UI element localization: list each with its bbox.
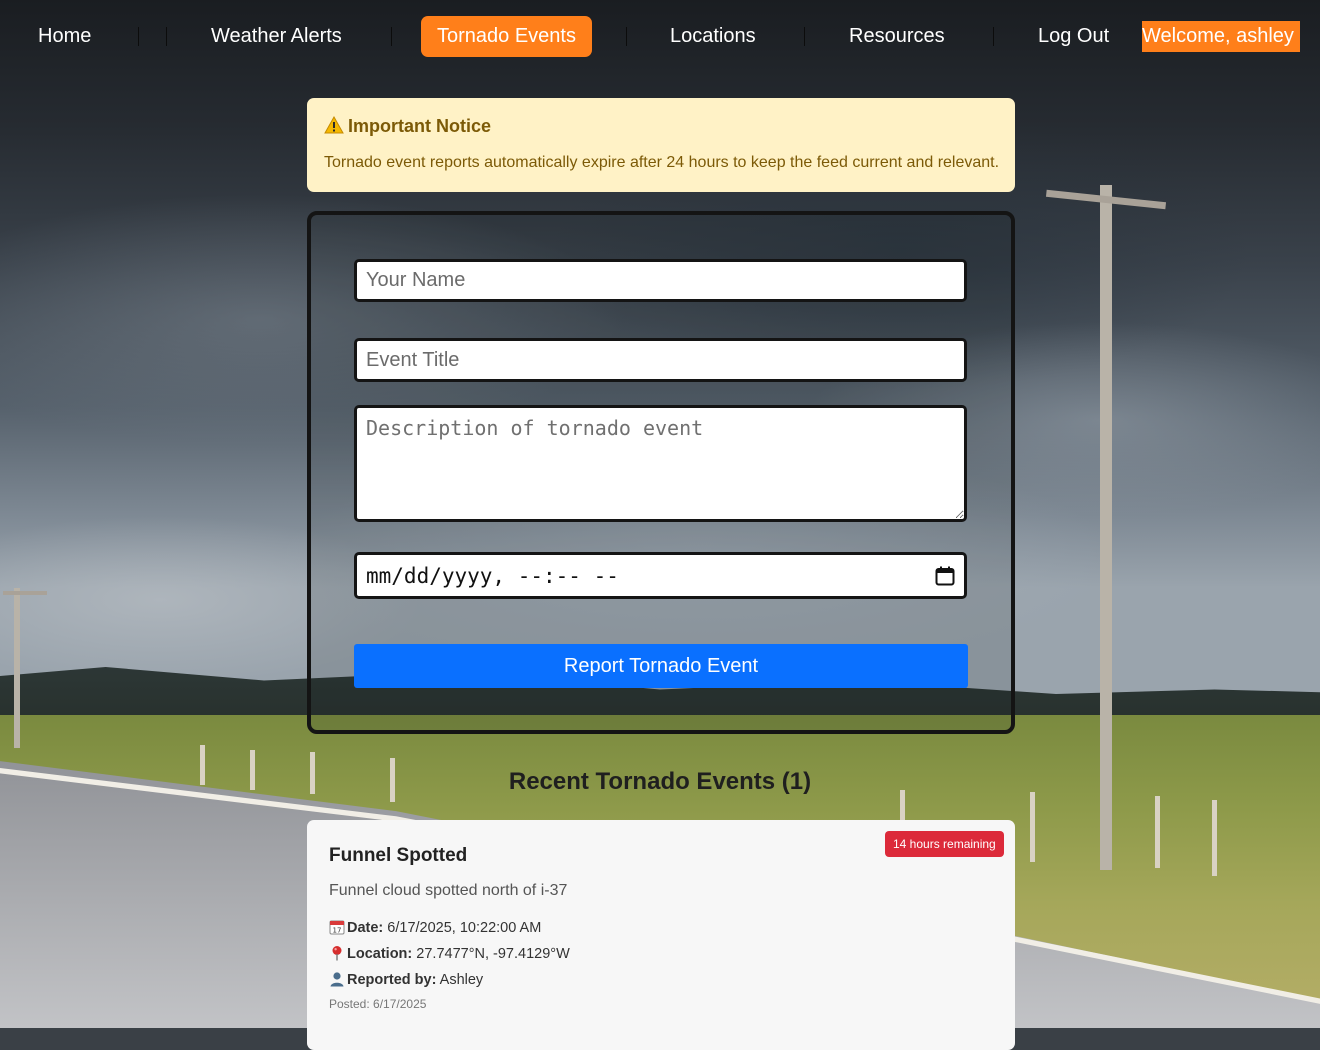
nav-tornado-events[interactable]: Tornado Events (421, 16, 592, 57)
fence-post (1155, 796, 1160, 868)
nav-separator (626, 27, 627, 46)
event-date-value: 6/17/2025, 10:22:00 AM (387, 920, 542, 936)
nav-log-out[interactable]: Log Out (1022, 16, 1125, 57)
event-title: Funnel Spotted (329, 845, 468, 866)
nav-resources[interactable]: Resources (833, 16, 961, 57)
nav-separator (391, 27, 392, 46)
event-reporter-value: Ashley (439, 972, 484, 988)
important-notice-banner: Important Notice Tornado event reports a… (307, 98, 1015, 192)
event-date-row: 17 Date: 6/17/2025, 10:22:00 AM (329, 919, 541, 936)
user-icon (329, 971, 347, 988)
event-title-input[interactable] (354, 338, 967, 382)
nav-separator (138, 27, 139, 46)
pin-icon (329, 945, 347, 962)
svg-text:17: 17 (333, 927, 342, 935)
notice-text: Tornado event reports automatically expi… (324, 154, 1000, 171)
notice-title: Important Notice (348, 116, 492, 136)
top-nav: Home Weather Alerts Tornado Events Locat… (0, 0, 1320, 74)
nav-locations[interactable]: Locations (654, 16, 772, 57)
event-posted-date: Posted: 6/17/2025 (329, 997, 427, 1011)
calendar-icon: 17 (329, 919, 347, 936)
event-date-label: Date: (347, 920, 384, 936)
event-reporter-row: Reported by: Ashley (329, 971, 483, 988)
nav-separator (166, 27, 167, 46)
event-location-row: Location: 27.7477°N, -97.4129°W (329, 945, 570, 962)
welcome-user-label: Welcome, ashley (1142, 21, 1300, 52)
nav-weather-alerts[interactable]: Weather Alerts (195, 16, 358, 57)
fence-post (1212, 800, 1217, 876)
nav-separator (993, 27, 994, 46)
nav-separator (804, 27, 805, 46)
event-description: Funnel cloud spotted north of i-37 (329, 882, 568, 899)
report-tornado-event-button[interactable]: Report Tornado Event (354, 644, 968, 688)
utility-pole-left (14, 588, 20, 748)
name-input[interactable] (354, 259, 967, 302)
warning-icon (324, 115, 344, 137)
recent-events-heading: Recent Tornado Events (1) (508, 768, 812, 795)
event-location-value: 27.7477°N, -97.4129°W (416, 946, 570, 962)
utility-pole-left-crossbar (3, 591, 47, 595)
datetime-input[interactable]: mm/dd/yyyy, --:-- -- (354, 552, 967, 599)
description-textarea[interactable] (354, 405, 967, 522)
notice-heading: Important Notice (324, 115, 492, 137)
event-reporter-label: Reported by: (347, 972, 437, 988)
expiry-badge: 14 hours remaining (885, 831, 1004, 857)
fence-post (1030, 792, 1035, 862)
datetime-placeholder: mm/dd/yyyy, --:-- -- (366, 564, 619, 588)
event-location-label: Location: (347, 946, 413, 962)
nav-home[interactable]: Home (22, 16, 107, 57)
calendar-icon[interactable] (935, 566, 955, 586)
